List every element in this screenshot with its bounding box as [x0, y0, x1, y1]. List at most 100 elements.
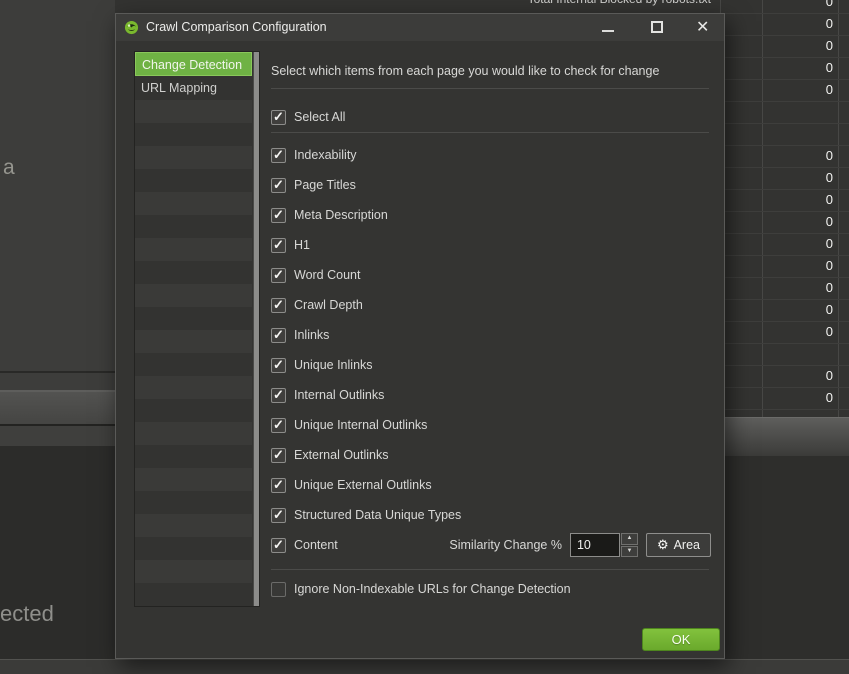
table-cell-value: 0 — [826, 0, 833, 9]
sidebar-empty-row — [135, 215, 252, 238]
crawl-comparison-dialog: Crawl Comparison Configuration ✕ Change … — [115, 13, 725, 659]
similarity-change-label: Similarity Change % — [449, 538, 562, 552]
divider — [271, 132, 709, 133]
divider — [271, 569, 709, 570]
ignore-non-indexable-label: Ignore Non-Indexable URLs for Change Det… — [294, 582, 571, 596]
content-header-text: Select which items from each page you wo… — [271, 64, 711, 78]
table-cell-value: 0 — [826, 302, 833, 317]
page-titles-label: Page Titles — [294, 178, 356, 192]
sidebar-empty-row — [135, 330, 252, 353]
minimize-button[interactable] — [602, 30, 614, 32]
sidebar-empty-row — [135, 307, 252, 330]
area-button-label: Area — [674, 538, 700, 552]
unique-internal-outlinks-label: Unique Internal Outlinks — [294, 418, 427, 432]
h1-row: ✓H1 — [271, 230, 711, 260]
ok-button[interactable]: OK — [642, 628, 720, 651]
table-cell-value: 0 — [826, 60, 833, 75]
crawl-depth-checkbox[interactable]: ✓ — [271, 298, 286, 313]
word-count-checkbox[interactable]: ✓ — [271, 268, 286, 283]
table-cell-value: 0 — [826, 390, 833, 405]
area-button[interactable]: ⚙Area — [646, 533, 711, 557]
background-band — [0, 426, 115, 446]
sidebar-empty-row — [135, 399, 252, 422]
external-outlinks-label: External Outlinks — [294, 448, 388, 462]
word-count-label: Word Count — [294, 268, 360, 282]
crawl-depth-row: ✓ Crawl Depth — [271, 290, 711, 320]
background-left-upper — [0, 0, 115, 390]
unique-inlinks-checkbox[interactable]: ✓ — [271, 358, 286, 373]
unique-external-outlinks-checkbox[interactable]: ✓ — [271, 478, 286, 493]
sidebar-empty-row — [135, 146, 252, 169]
sidebar-empty-row — [135, 514, 252, 537]
meta-description-label: Meta Description — [294, 208, 388, 222]
indexability-row: ✓Indexability — [271, 140, 711, 170]
background-text-fragment-top: a — [3, 156, 15, 180]
table-cell-value: 0 — [826, 82, 833, 97]
divider — [0, 371, 115, 373]
sidebar-empty-row — [135, 123, 252, 146]
indexability-checkbox[interactable]: ✓ — [271, 148, 286, 163]
unique-internal-outlinks-checkbox[interactable]: ✓ — [271, 418, 286, 433]
ignore-non-indexable-checkbox[interactable] — [271, 582, 286, 597]
table-cell-value: 0 — [826, 16, 833, 31]
inlinks-label: Inlinks — [294, 328, 329, 342]
sidebar-empty-row — [135, 422, 252, 445]
maximize-button[interactable] — [651, 21, 663, 33]
table-cell-value: 0 — [826, 148, 833, 163]
table-cell-value: 0 — [826, 214, 833, 229]
dialog-titlebar[interactable]: Crawl Comparison Configuration ✕ — [116, 14, 724, 41]
close-button[interactable]: ✕ — [696, 17, 709, 37]
meta-description-row: ✓ Meta Description — [271, 200, 711, 230]
background-toolbar-band — [0, 392, 115, 424]
table-cell-value: 0 — [826, 38, 833, 53]
divider — [271, 88, 709, 89]
checkbox-list: ✓Indexability✓Page Titles✓Meta Descripti… — [271, 140, 711, 560]
table-cell-value: 0 — [826, 368, 833, 383]
spinner-up-button[interactable]: ▲ — [621, 533, 638, 545]
background-left-panel: a ected — [0, 0, 115, 674]
inlinks-checkbox[interactable]: ✓ — [271, 328, 286, 343]
sidebar-empty-row — [135, 445, 252, 468]
dialog-title: Crawl Comparison Configuration — [146, 20, 327, 34]
structured-data-unique-types-checkbox[interactable]: ✓ — [271, 508, 286, 523]
crawl-depth-label: Crawl Depth — [294, 298, 363, 312]
h1-checkbox[interactable]: ✓ — [271, 238, 286, 253]
word-count-row: ✓ Word Count — [271, 260, 711, 290]
unique-external-outlinks-label: Unique External Outlinks — [294, 478, 432, 492]
sidebar-empty-row — [135, 169, 252, 192]
sidebar-empty-row — [135, 491, 252, 514]
meta-description-checkbox[interactable]: ✓ — [271, 208, 286, 223]
content-checkbox[interactable]: ✓ — [271, 538, 286, 553]
background-text-fragment-bottom: ected — [0, 601, 54, 627]
app-frog-icon — [124, 20, 139, 35]
unique-external-outlinks-row: ✓ Unique External Outlinks — [271, 470, 711, 500]
sidebar-item-change-detection[interactable]: Change Detection — [135, 52, 252, 76]
unique-inlinks-label: Unique Inlinks — [294, 358, 373, 372]
select-all-checkbox[interactable]: ✓ — [271, 110, 286, 125]
sidebar-empty-row — [135, 376, 252, 399]
table-cell-value: 0 — [826, 258, 833, 273]
table-cell-value: 0 — [826, 324, 833, 339]
select-all-row: ✓ Select All — [271, 102, 711, 132]
dialog-sidebar: Change DetectionURL Mapping — [134, 51, 260, 607]
internal-outlinks-checkbox[interactable]: ✓ — [271, 388, 286, 403]
background-bottom-strip — [0, 659, 849, 674]
table-cell-value: 0 — [826, 170, 833, 185]
sidebar-empty-row — [135, 284, 252, 307]
content-label: Content — [294, 538, 338, 552]
sidebar-empty-row — [135, 238, 252, 261]
page-titles-checkbox[interactable]: ✓ — [271, 178, 286, 193]
sidebar-item-url-mapping[interactable]: URL Mapping — [135, 76, 252, 100]
table-cell-value: 0 — [826, 236, 833, 251]
external-outlinks-checkbox[interactable]: ✓ — [271, 448, 286, 463]
select-all-label: Select All — [294, 110, 345, 124]
similarity-group: Similarity Change % ▲▼ ⚙Area — [449, 533, 711, 557]
sidebar-empty-row — [135, 100, 252, 123]
sidebar-scrollbar[interactable] — [253, 52, 259, 606]
spinner-down-button[interactable]: ▼ — [621, 546, 638, 558]
sidebar-empty-row — [135, 261, 252, 284]
unique-internal-outlinks-row: ✓ Unique Internal Outlinks — [271, 410, 711, 440]
inlinks-row: ✓ Inlinks — [271, 320, 711, 350]
sidebar-empty-row — [135, 468, 252, 491]
similarity-change-input[interactable] — [570, 533, 620, 557]
